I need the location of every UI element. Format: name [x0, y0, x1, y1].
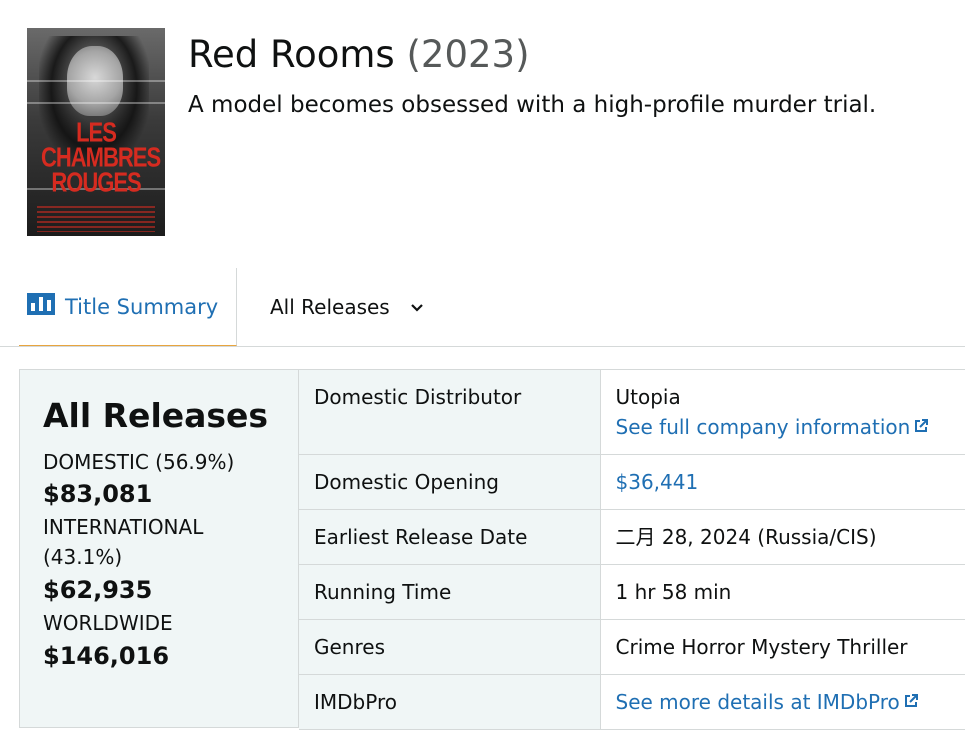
- imdbpro-label: IMDbPro: [299, 674, 601, 730]
- details-table: Domestic Distributor Utopia See full com…: [299, 369, 965, 730]
- opening-label: Domestic Opening: [299, 454, 601, 510]
- domestic-label: DOMESTIC (56.9%): [43, 450, 235, 474]
- gross-summary-panel: All Releases DOMESTIC (56.9%) $83,081 IN…: [19, 369, 299, 728]
- table-row: Earliest Release Date 二月 28, 2024 (Russi…: [299, 509, 965, 565]
- company-info-link[interactable]: See full company information: [616, 415, 911, 439]
- tab-bar: Title Summary All Releases: [0, 268, 965, 347]
- tab-title-summary-label: Title Summary: [65, 295, 219, 319]
- release-date-label: Earliest Release Date: [299, 509, 601, 565]
- table-row: Running Time 1 hr 58 min: [299, 564, 965, 620]
- genres-value: Crime Horror Mystery Thriller: [600, 619, 965, 675]
- summary-heading: All Releases: [43, 396, 269, 435]
- opening-value-link[interactable]: $36,441: [616, 470, 699, 494]
- running-time-value: 1 hr 58 min: [600, 564, 965, 620]
- international-label: INTERNATIONAL (43.1%): [43, 515, 204, 569]
- table-row: Domestic Opening $36,441: [299, 454, 965, 510]
- table-row: Genres Crime Horror Mystery Thriller: [299, 619, 965, 675]
- tab-all-releases-label: All Releases: [270, 295, 390, 319]
- movie-poster[interactable]: LES CHAMBRES ROUGES: [27, 28, 165, 236]
- box-office-page: LES CHAMBRES ROUGES Red Rooms (2023) A m…: [0, 0, 965, 743]
- distributor-label: Domestic Distributor: [299, 369, 601, 455]
- international-gross: $62,935: [43, 576, 153, 604]
- movie-year: (2023): [406, 33, 530, 76]
- release-date-value: 二月 28, 2024 (Russia/CIS): [600, 509, 965, 565]
- external-link-icon[interactable]: [913, 412, 929, 442]
- movie-tagline: A model becomes obsessed with a high-pro…: [188, 92, 877, 118]
- imdbpro-link[interactable]: See more details at IMDbPro: [616, 690, 900, 714]
- domestic-gross: $83,081: [43, 480, 153, 508]
- page-title: Red Rooms (2023): [188, 32, 530, 78]
- movie-title: Red Rooms: [188, 33, 395, 76]
- chevron-down-icon: [410, 291, 424, 321]
- poster-title: LES CHAMBRES ROUGES: [41, 116, 161, 198]
- tab-title-summary[interactable]: Title Summary: [19, 268, 237, 346]
- worldwide-label: WORLDWIDE: [43, 611, 173, 635]
- genres-label: Genres: [299, 619, 601, 675]
- distributor-value: Utopia: [615, 385, 681, 409]
- worldwide-gross: $146,016: [43, 642, 170, 670]
- running-time-label: Running Time: [299, 564, 601, 620]
- table-row: IMDbPro See more details at IMDbPro: [299, 674, 965, 730]
- bar-chart-icon: [27, 293, 55, 315]
- tab-all-releases[interactable]: All Releases: [270, 292, 424, 324]
- poster-credits: [37, 206, 155, 232]
- table-row: Domestic Distributor Utopia See full com…: [299, 369, 965, 455]
- external-link-icon[interactable]: [903, 687, 919, 717]
